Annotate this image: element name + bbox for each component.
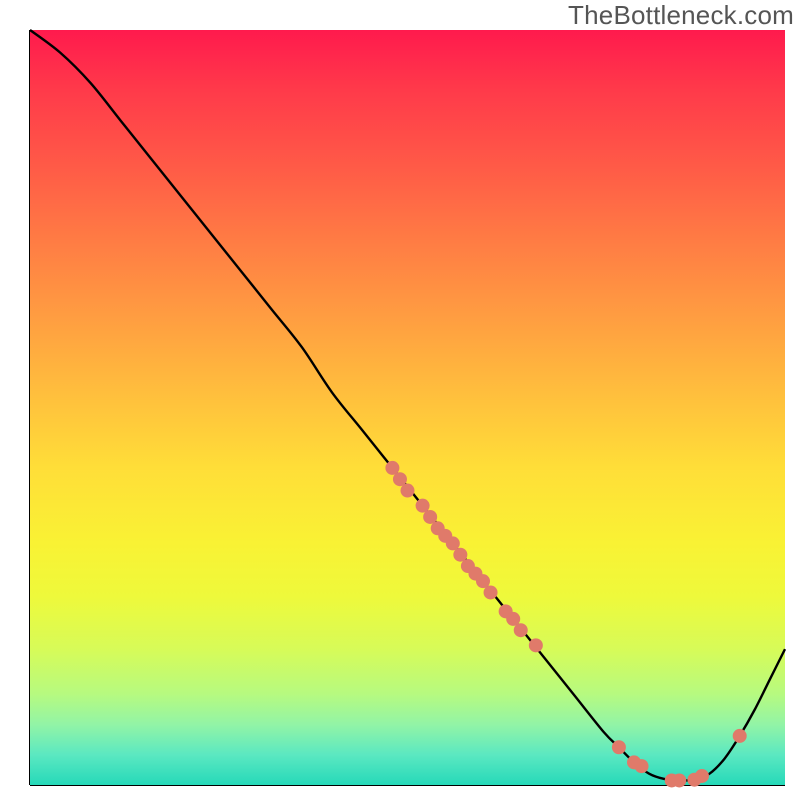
data-marker: [484, 585, 498, 599]
bottleneck-curve: [30, 30, 785, 781]
data-marker: [695, 769, 709, 783]
data-marker: [401, 484, 415, 498]
data-markers-group: [385, 461, 746, 788]
data-marker: [672, 773, 686, 787]
watermark-label: TheBottleneck.com: [568, 0, 794, 31]
data-marker: [612, 740, 626, 754]
data-marker: [529, 638, 543, 652]
chart-svg: [30, 30, 785, 785]
plot-area: [30, 30, 785, 785]
data-marker: [514, 623, 528, 637]
chart-frame: TheBottleneck.com: [0, 0, 800, 800]
data-marker: [635, 759, 649, 773]
data-marker: [733, 729, 747, 743]
